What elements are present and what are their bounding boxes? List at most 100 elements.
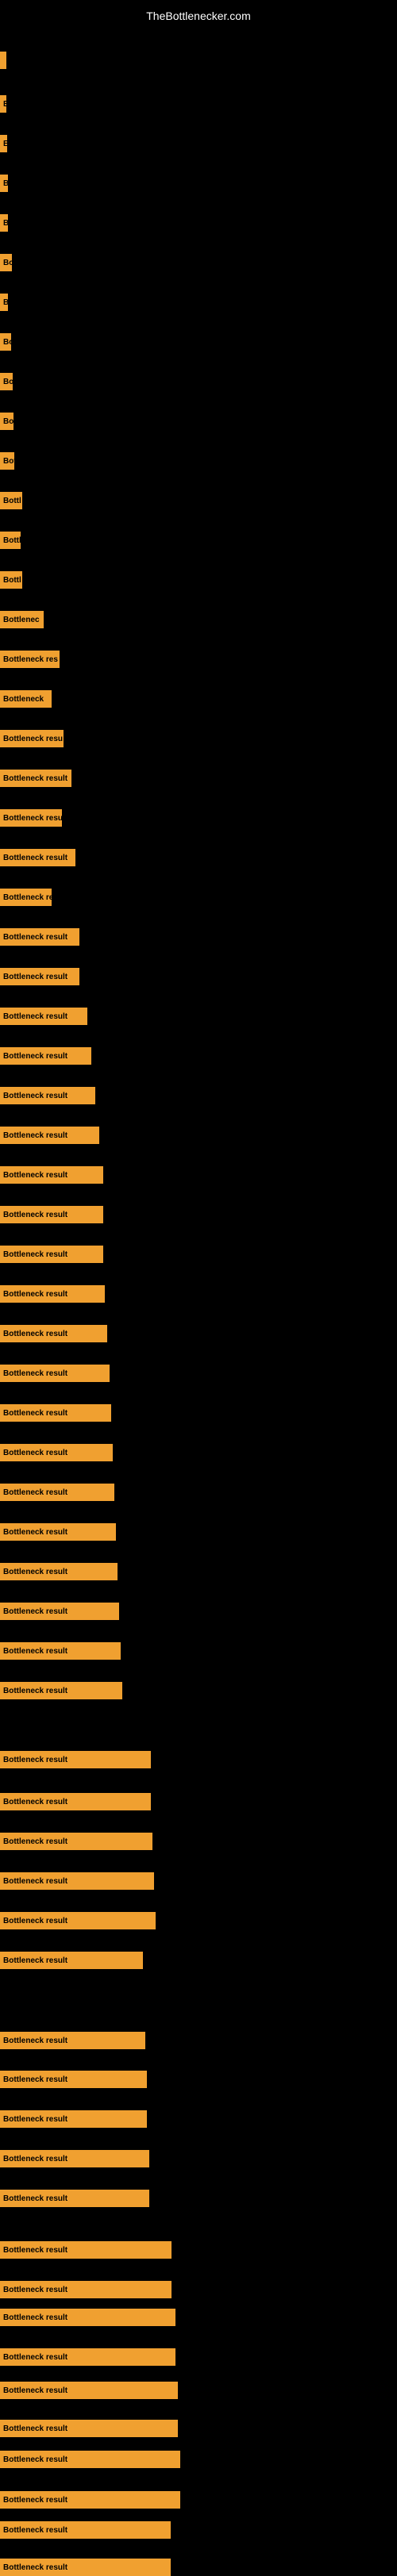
bar-row: Bottleneck result (0, 1642, 121, 1660)
bar-row: Bot (0, 452, 14, 470)
bar-label: Bottleneck resu (3, 735, 63, 743)
bar: Bottleneck result (0, 2451, 180, 2468)
bar-label: Bottleneck result (3, 1837, 67, 1846)
bar: Bottleneck resu (0, 809, 62, 827)
bar-row: Bottleneck result (0, 1365, 110, 1382)
bar: Bottleneck resu (0, 730, 64, 747)
bar-label: Bottleneck result (3, 1290, 67, 1299)
bar-label: Bottleneck result (3, 2496, 67, 2505)
bar-label: Bottleneck result (3, 2194, 67, 2203)
bar-label: Bottleneck resu (3, 814, 62, 823)
bar: Bottleneck result (0, 1087, 95, 1104)
bar-row: Bottleneck result (0, 1087, 95, 1104)
bar-label: Bottleneck result (3, 1171, 67, 1180)
bar: Bottleneck result (0, 1793, 151, 1810)
bar: Bottleneck result (0, 1912, 156, 1929)
bar-row: Bottleneck result (0, 1751, 151, 1768)
bar: Bottleneck result (0, 928, 79, 946)
bar-row: Bottleneck result (0, 1872, 154, 1890)
bar-row: Bottl (0, 532, 21, 549)
bar-label: Bottleneck result (3, 1568, 67, 1576)
bar-row: Bottleneck result (0, 2150, 149, 2167)
bar-row: Bottlenec (0, 611, 44, 628)
bar-label: Bottleneck result (3, 933, 67, 942)
bar-row: Bottleneck (0, 690, 52, 708)
bar: B (0, 214, 8, 232)
bar-label: Bottl (3, 536, 21, 545)
bar: Bottleneck result (0, 2241, 172, 2259)
bar-label: Bottleneck result (3, 1798, 67, 1806)
bar-label: Bottleneck result (3, 2115, 67, 2124)
bar-row: Bottleneck result (0, 1166, 103, 1184)
bar-row: Bottleneck result (0, 1484, 114, 1501)
bar-label: Bottlenec (3, 616, 40, 624)
bar-row: Bottleneck result (0, 2241, 172, 2259)
bar-row: Bottleneck result (0, 2110, 147, 2128)
bar-label: Bottleneck result (3, 1250, 67, 1259)
bar: Bottleneck result (0, 1682, 122, 1699)
bar-row: B (0, 214, 8, 232)
bar: B (0, 175, 8, 192)
bar: Bottleneck result (0, 1285, 105, 1303)
bar-label: Bottleneck result (3, 1052, 67, 1061)
bar-row: Bottleneck result (0, 1206, 103, 1223)
bar-row: Bottleneck result (0, 2190, 149, 2207)
bar-row: Bo (0, 254, 12, 271)
bar: Bottlenec (0, 611, 44, 628)
bar-label: Bottleneck result (3, 2246, 67, 2255)
bar: Bottleneck result (0, 2309, 175, 2326)
bar-row: Bottleneck result (0, 2521, 171, 2539)
bar-label: Bo (3, 378, 13, 386)
bar-row: Bottleneck result (0, 2491, 180, 2509)
bar-row: Bottleneck result (0, 2382, 178, 2399)
bar-label: Bottleneck result (3, 1409, 67, 1418)
bar-row: Bottleneck resu (0, 809, 62, 827)
bar: Bottleneck result (0, 2110, 147, 2128)
bar-row: Bottleneck result (0, 1285, 105, 1303)
bar-label: Bottleneck re (3, 893, 52, 902)
bar: Bottl (0, 532, 21, 549)
bar-row: Bo (0, 413, 13, 430)
bar: Bottleneck result (0, 2348, 175, 2366)
bar: Bottleneck result (0, 1127, 99, 1144)
bar-label: B (3, 219, 8, 228)
bar-label: Bottleneck result (3, 1528, 67, 1537)
bar-label: Bottleneck result (3, 2526, 67, 2535)
bar-label: Bottleneck result (3, 1647, 67, 1656)
bar: Bottleneck (0, 690, 52, 708)
bar: Bottleneck result (0, 2521, 171, 2539)
bar-label: Bottl (3, 576, 21, 585)
bar-label: Bottleneck (3, 695, 44, 704)
bar-row: Bottleneck result (0, 2032, 145, 2049)
bar-label: E (3, 100, 6, 109)
bar: Bottleneck result (0, 1365, 110, 1382)
bar-label: Bottleneck result (3, 2037, 67, 2045)
bar-row (0, 52, 6, 69)
bar-row: Bottleneck result (0, 1404, 111, 1422)
bar-label: Bo (3, 417, 13, 426)
bar-row: Bottleneck result (0, 1325, 107, 1342)
bar-row: Bottleneck result (0, 1008, 87, 1025)
bar-label: Bottleneck result (3, 1449, 67, 1457)
bar: Bottleneck result (0, 1751, 151, 1768)
bar: Bottleneck result (0, 2420, 178, 2437)
bar: Bottleneck result (0, 2150, 149, 2167)
bar-label: Bottleneck result (3, 973, 67, 981)
bar-row: Bottl (0, 571, 22, 589)
bar-row: Bottleneck result (0, 1952, 143, 1969)
bar-label: Bottleneck result (3, 1877, 67, 1886)
bar: Bottleneck result (0, 2382, 178, 2399)
bar: Bottleneck result (0, 1952, 143, 1969)
bar: Bottleneck result (0, 2190, 149, 2207)
bar-label: Bottleneck result (3, 774, 67, 783)
bar-label: Bo (3, 259, 12, 267)
bar-label: Bottleneck result (3, 2155, 67, 2163)
bar-label: Bottleneck result (3, 2424, 67, 2433)
bar: Bottleneck result (0, 1166, 103, 1184)
bar-row: B (0, 175, 8, 192)
bar-row: Bottleneck result (0, 2559, 171, 2576)
bar-row: Bo (0, 373, 13, 390)
bar-row: Bottleneck result (0, 1912, 156, 1929)
bar: Bottleneck result (0, 2071, 147, 2088)
bar: Bo (0, 373, 13, 390)
